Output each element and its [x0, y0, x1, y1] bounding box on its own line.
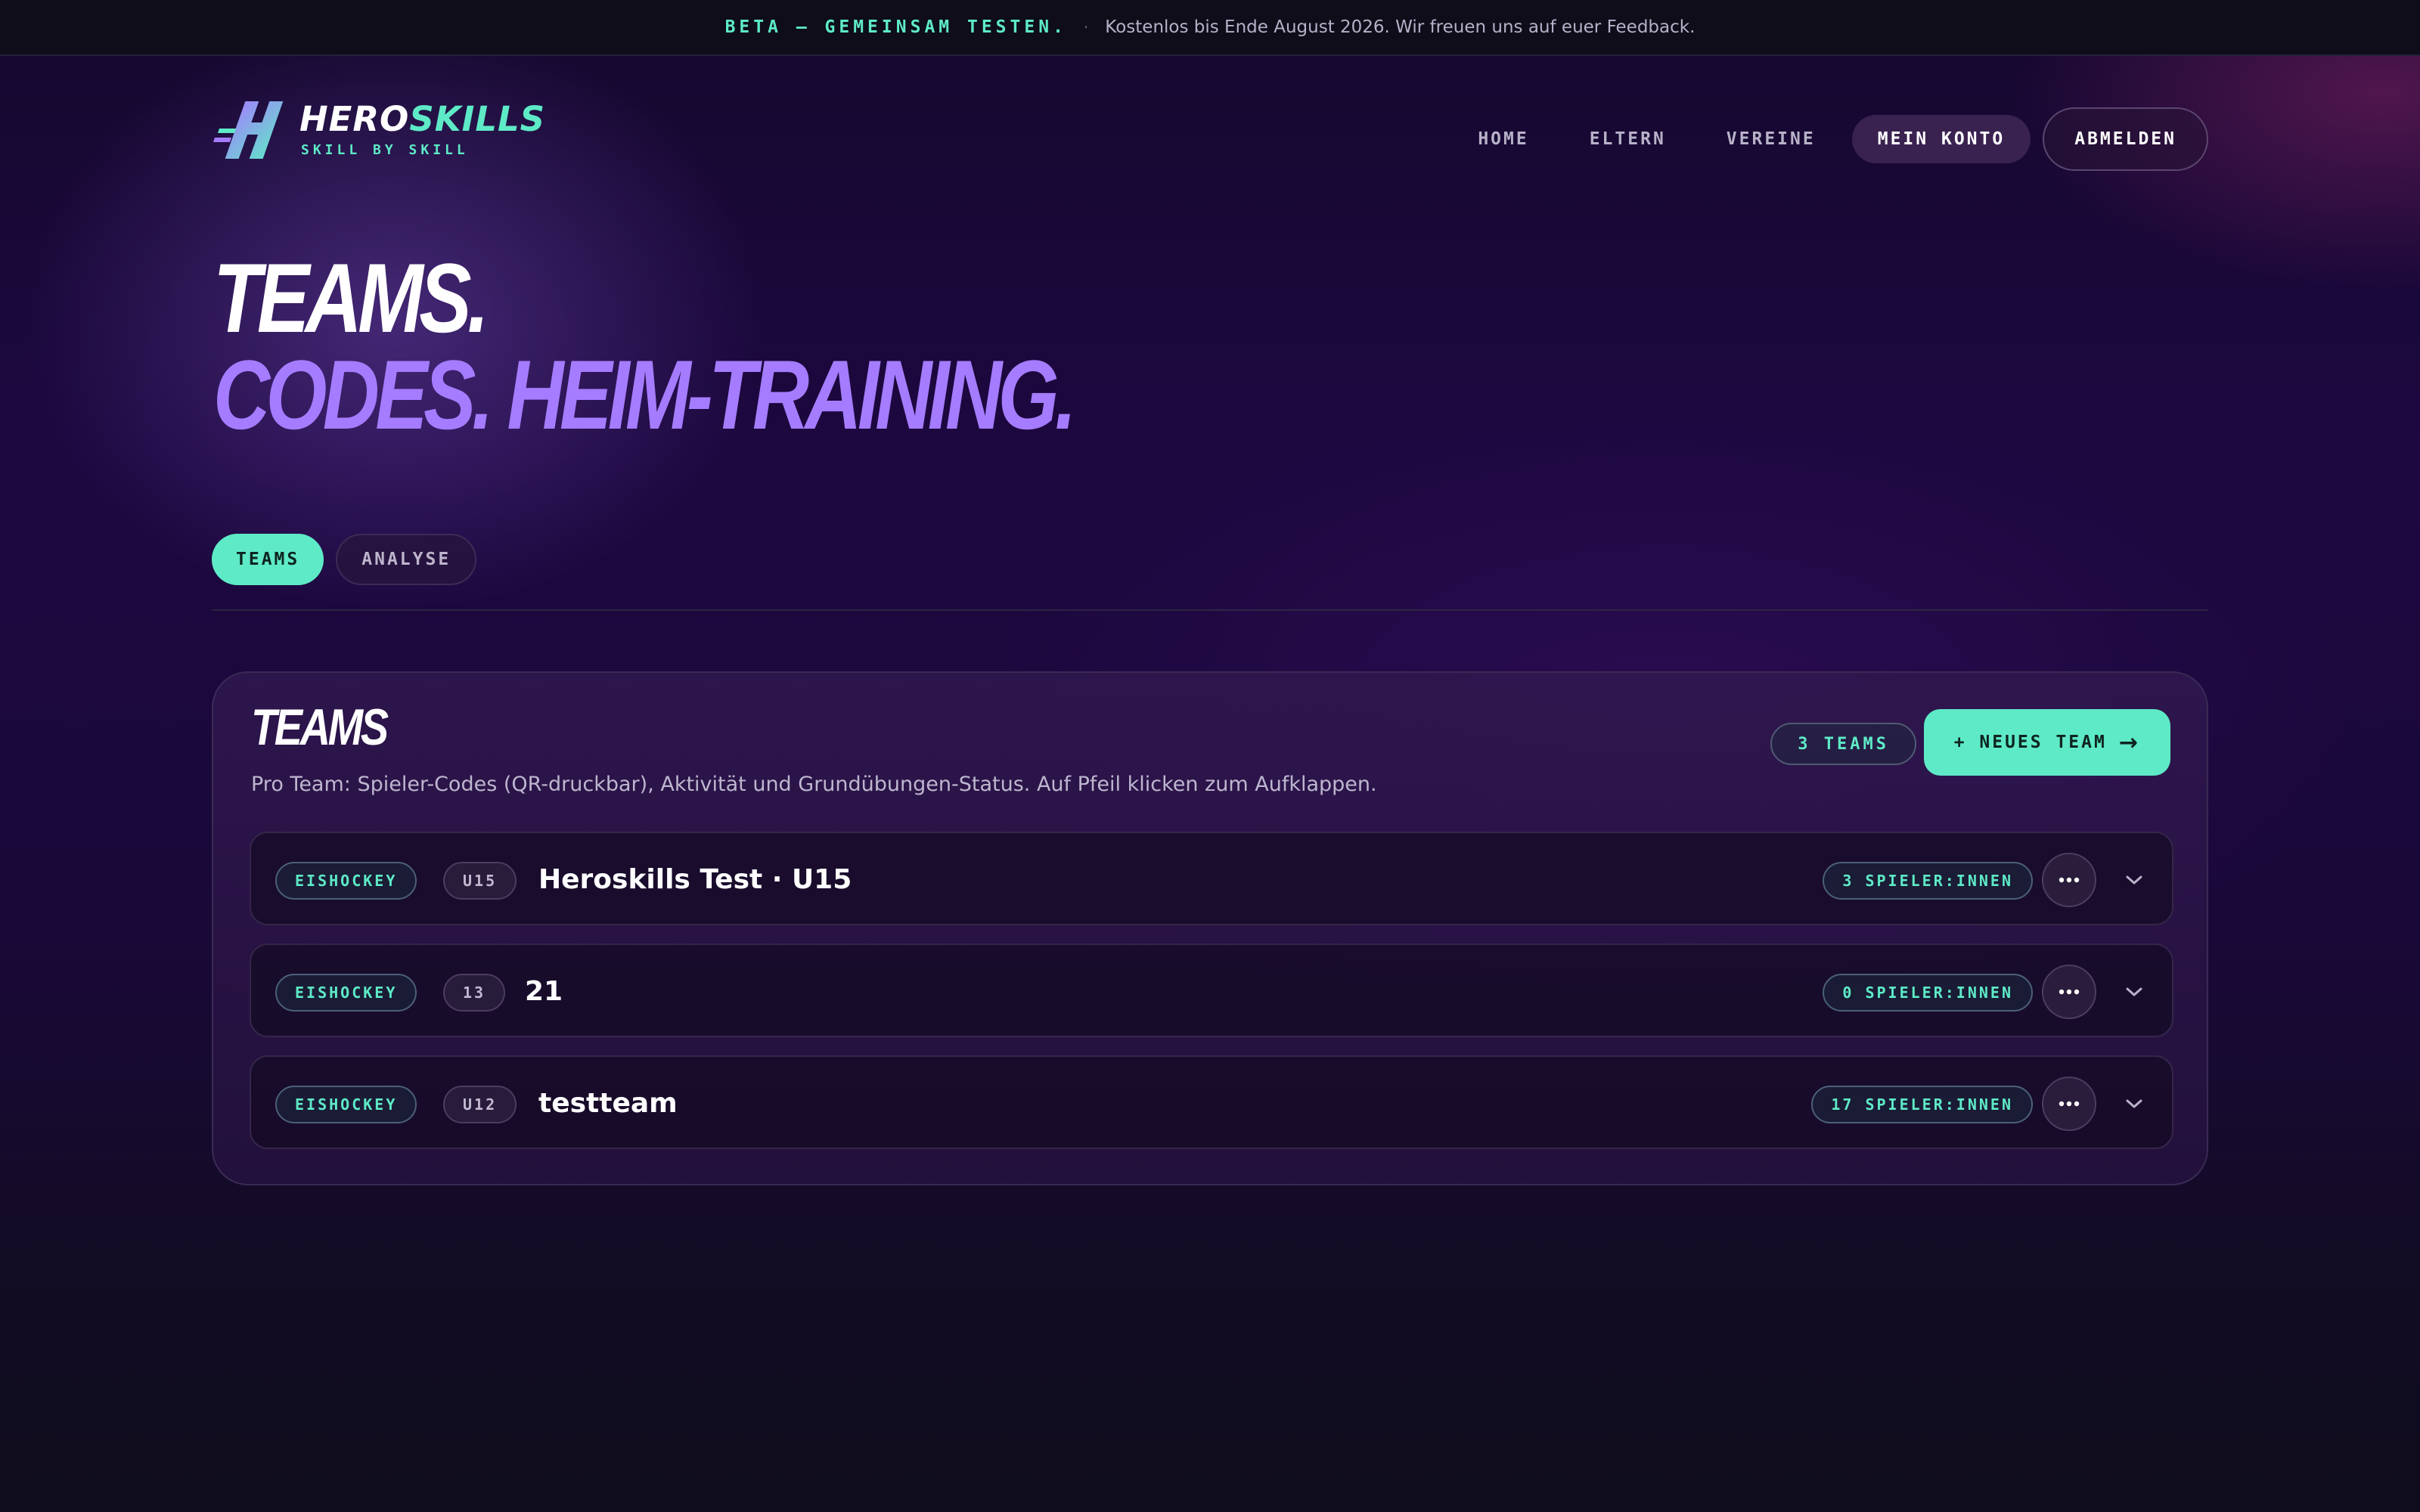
- beta-headline: BETA — GEMEINSAM TESTEN.: [724, 17, 1067, 37]
- player-count-badge: 17 SPIELER:INNEN: [1811, 1086, 2033, 1123]
- more-options-button[interactable]: [2042, 965, 2096, 1019]
- tab-bar: TEAMS ANALYSE: [212, 534, 477, 585]
- page-title-line2: CODES. HEIM-TRAINING.: [213, 339, 1077, 450]
- brand-tagline: SKILL BY SKILL: [301, 142, 469, 158]
- teams-card: TEAMS Pro Team: Spieler-Codes (QR-druckb…: [212, 671, 2208, 1185]
- team-count-badge: 3 TEAMS: [1770, 723, 1916, 765]
- age-group-badge: U15: [443, 862, 517, 900]
- age-group-badge: U12: [443, 1086, 517, 1123]
- logout-button[interactable]: ABMELDEN: [2043, 107, 2208, 171]
- team-name: Heroskills Test · U15: [538, 864, 852, 895]
- brand-name-part2: SKILLS: [409, 99, 546, 139]
- team-name: testteam: [538, 1088, 678, 1119]
- nav-vereine[interactable]: VEREINE: [1696, 129, 1846, 149]
- sport-badge: EISHOCKEY: [275, 1086, 417, 1123]
- new-team-button[interactable]: + NEUES TEAM →: [1923, 709, 2170, 776]
- team-row[interactable]: EISHOCKEY U15 Heroskills Test · U15 3 SP…: [250, 832, 2173, 925]
- more-dots-icon: [2059, 877, 2080, 883]
- teams-card-title: TEAMS: [251, 699, 389, 756]
- brand-name: HEROSKILLS: [299, 102, 545, 136]
- tab-teams[interactable]: TEAMS: [212, 534, 324, 585]
- beta-banner: BETA — GEMEINSAM TESTEN. · Kostenlos bis…: [0, 0, 2420, 56]
- arrow-right-icon: →: [2118, 729, 2140, 756]
- brand-name-part1: HERO: [299, 99, 410, 139]
- player-count-badge: 3 SPIELER:INNEN: [1823, 862, 2033, 900]
- chevron-down-icon: [2126, 987, 2142, 996]
- more-options-button[interactable]: [2042, 853, 2096, 907]
- expand-button[interactable]: [2119, 865, 2149, 895]
- chevron-down-icon: [2126, 1099, 2142, 1108]
- beta-separator: ·: [1083, 18, 1089, 36]
- chevron-down-icon: [2126, 875, 2142, 885]
- main-nav: HOME ELTERN VEREINE MEIN KONTO ABMELDEN: [1447, 107, 2208, 171]
- beta-text: Kostenlos bis Ende August 2026. Wir freu…: [1105, 17, 1696, 37]
- expand-button[interactable]: [2119, 1089, 2149, 1119]
- more-options-button[interactable]: [2042, 1077, 2096, 1131]
- nav-eltern[interactable]: ELTERN: [1559, 129, 1696, 149]
- hero-h-logo-icon: [213, 101, 284, 159]
- player-count-badge: 0 SPIELER:INNEN: [1823, 974, 2033, 1012]
- expand-button[interactable]: [2119, 977, 2149, 1007]
- page-title: TEAMS. CODES. HEIM-TRAINING.: [213, 243, 1077, 450]
- more-dots-icon: [2059, 989, 2080, 995]
- team-name: 21: [525, 976, 563, 1007]
- more-dots-icon: [2059, 1101, 2080, 1107]
- teams-card-description: Pro Team: Spieler-Codes (QR-druckbar), A…: [251, 773, 1377, 796]
- sport-badge: EISHOCKEY: [275, 974, 417, 1012]
- brand-logo[interactable]: HEROSKILLS SKILL BY SKILL: [213, 92, 545, 168]
- nav-mein-konto[interactable]: MEIN KONTO: [1851, 115, 2031, 163]
- sport-badge: EISHOCKEY: [275, 862, 417, 900]
- team-row[interactable]: EISHOCKEY U12 testteam 17 SPIELER:INNEN: [250, 1055, 2173, 1149]
- team-row[interactable]: EISHOCKEY 13 21 0 SPIELER:INNEN: [250, 943, 2173, 1037]
- section-divider: [212, 609, 2208, 611]
- new-team-label: + NEUES TEAM: [1953, 733, 2107, 752]
- tab-analyse[interactable]: ANALYSE: [336, 534, 477, 585]
- age-group-badge: 13: [443, 974, 506, 1012]
- nav-home[interactable]: HOME: [1447, 129, 1559, 149]
- page-title-line1: TEAMS.: [213, 243, 489, 353]
